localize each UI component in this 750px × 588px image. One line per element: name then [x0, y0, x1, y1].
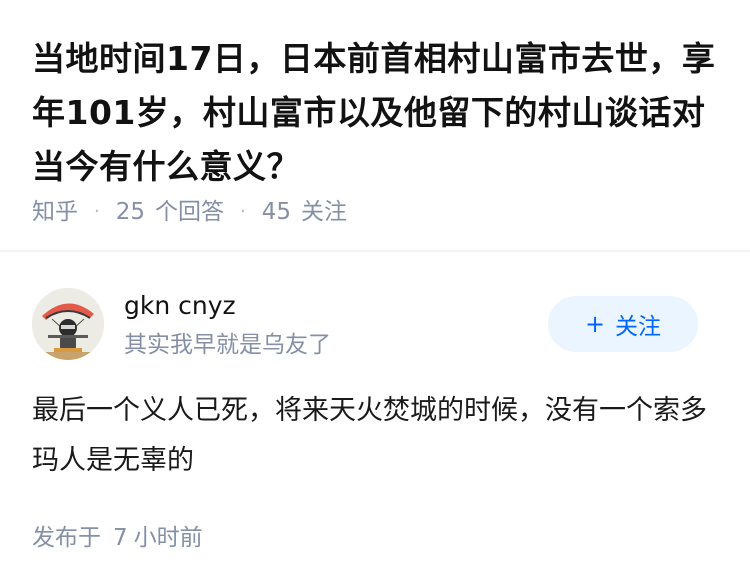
separator-dot: · — [240, 201, 246, 222]
separator-dot: · — [94, 201, 100, 222]
avatar[interactable] — [32, 288, 104, 360]
answer-count: 25 — [115, 199, 146, 225]
answer-count-label: 个回答 — [155, 199, 225, 225]
time-value: 7 — [113, 525, 128, 551]
answer-time: 发布于 7 小时前 — [32, 522, 203, 554]
author-name[interactable]: gkn cnyz — [124, 290, 236, 322]
author-bio: 其实我早就是乌友了 — [124, 332, 331, 358]
avatar-image — [32, 288, 104, 360]
follower-count: 45 — [261, 199, 292, 225]
answer-content[interactable]: 最后一个义人已死，将来天火焚城的时候，没有一个索多玛人是无辜的 — [32, 386, 712, 486]
follower-count-label: 关注 — [301, 199, 348, 225]
section-divider — [0, 250, 750, 252]
question-meta: 知乎 · 25 个回答 · 45 关注 — [32, 196, 347, 228]
time-prefix: 发布于 — [32, 525, 101, 551]
plus-icon: + — [584, 310, 606, 338]
source-label[interactable]: 知乎 — [32, 196, 78, 228]
follow-button[interactable]: + 关注 — [548, 296, 698, 352]
follow-label: 关注 — [615, 314, 662, 340]
time-suffix: 小时前 — [133, 525, 203, 551]
question-title[interactable]: 当地时间17日，日本前首相村山富市去世，享年101岁，村山富市以及他留下的村山谈… — [32, 32, 722, 194]
